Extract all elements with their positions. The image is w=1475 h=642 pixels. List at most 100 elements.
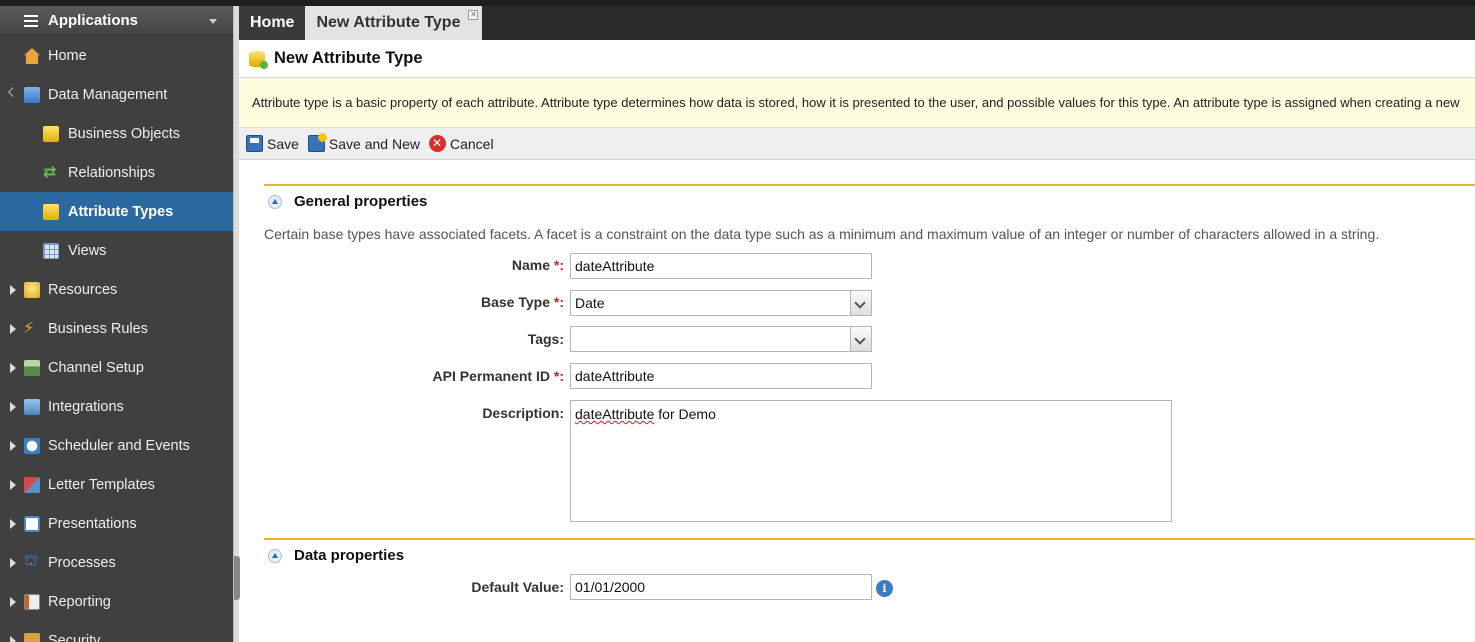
sidebar-item-label: Business Objects — [68, 125, 181, 142]
views-icon — [43, 243, 59, 259]
tags-label: Tags: — [527, 331, 564, 347]
expand-arrow-icon[interactable] — [10, 324, 16, 334]
presentation-icon — [24, 516, 40, 532]
name-field[interactable]: dateAttribute — [570, 253, 872, 279]
sidebar-item-label: Home — [48, 47, 87, 64]
report-icon — [24, 594, 40, 610]
collapse-section-icon[interactable] — [268, 548, 282, 563]
collapse-arrow-icon[interactable] — [7, 87, 18, 98]
chevron-down-icon[interactable] — [850, 291, 871, 315]
save-label: Save — [267, 135, 299, 152]
default-value: 01/01/2000 — [575, 579, 646, 595]
sidebar-item-business-rules[interactable]: Business Rules — [0, 309, 233, 348]
sidebar: Applications Home Data Management Busine… — [0, 6, 233, 642]
sidebar-item-label: Security — [48, 632, 101, 642]
save-icon — [246, 135, 263, 152]
sidebar-item-channel-setup[interactable]: Channel Setup — [0, 348, 233, 387]
process-icon — [24, 552, 40, 571]
description-rest: for Demo — [654, 406, 716, 422]
tab-label: Home — [250, 14, 295, 31]
cancel-icon — [428, 135, 446, 152]
required-marker: *: — [553, 368, 564, 384]
info-banner: Attribute type is a basic property of ea… — [239, 78, 1475, 128]
sidebar-item-label: Resources — [48, 281, 118, 298]
sidebar-item-scheduler-and-events[interactable]: Scheduler and Events — [0, 426, 233, 465]
name-label: Name *: — [512, 257, 564, 273]
default-value-field[interactable]: 01/01/2000 — [570, 574, 872, 600]
banner-text: Attribute type is a basic property of ea… — [252, 95, 1460, 110]
sidebar-item-reporting[interactable]: Reporting — [0, 582, 233, 621]
security-icon — [24, 633, 40, 642]
default-value-label: Default Value: — [471, 579, 564, 595]
sidebar-item-letter-templates[interactable]: Letter Templates — [0, 465, 233, 504]
page-header: New Attribute Type — [239, 40, 1475, 78]
sidebar-item-data-management[interactable]: Data Management — [0, 75, 233, 114]
required-marker: *: — [553, 294, 564, 310]
description-label: Description: — [482, 405, 564, 421]
sidebar-item-security[interactable]: Security — [0, 621, 233, 642]
applications-header[interactable]: Applications — [0, 6, 233, 36]
sidebar-item-views[interactable]: Views — [0, 231, 233, 270]
page-title: New Attribute Type — [274, 49, 423, 67]
sidebar-item-label: Letter Templates — [48, 476, 155, 493]
sidebar-item-home[interactable]: Home — [0, 36, 233, 75]
section-divider — [264, 538, 1475, 540]
letter-icon — [24, 477, 40, 493]
collapse-handle[interactable] — [234, 556, 240, 600]
sidebar-item-label: Data Management — [48, 86, 168, 103]
description-value: dateAttribute for Demo — [575, 406, 716, 422]
misspelled-word: dateAttribute — [575, 406, 655, 422]
section-title: Data properties — [294, 547, 405, 564]
chevron-down-icon[interactable] — [209, 19, 217, 24]
expand-arrow-icon[interactable] — [10, 519, 16, 529]
cancel-button[interactable]: Cancel — [428, 135, 494, 152]
expand-arrow-icon[interactable] — [10, 480, 16, 490]
api-permanent-id-label: API Permanent ID *: — [433, 368, 565, 384]
sidebar-item-business-objects[interactable]: Business Objects — [0, 114, 233, 153]
sidebar-item-label: Processes — [48, 554, 116, 571]
sidebar-item-processes[interactable]: Processes — [0, 543, 233, 582]
expand-arrow-icon[interactable] — [10, 441, 16, 451]
sidebar-item-label: Integrations — [48, 398, 124, 415]
base-type-select[interactable]: Date — [570, 290, 872, 316]
lightning-icon — [23, 318, 40, 338]
tab-new-attribute-type[interactable]: New Attribute Type ✕ — [305, 6, 483, 40]
save-button[interactable]: Save — [246, 135, 299, 152]
sidebar-item-label: Reporting — [48, 593, 111, 610]
sidebar-item-relationships[interactable]: Relationships — [0, 153, 233, 192]
toolbar: Save Save and New Cancel — [239, 128, 1475, 160]
info-icon[interactable]: i — [876, 580, 893, 597]
sidebar-item-integrations[interactable]: Integrations — [0, 387, 233, 426]
sidebar-item-attribute-types[interactable]: Attribute Types — [0, 192, 233, 231]
expand-arrow-icon[interactable] — [10, 597, 16, 607]
collapse-section-icon[interactable] — [268, 194, 282, 209]
sidebar-item-label: Relationships — [68, 164, 156, 181]
expand-arrow-icon[interactable] — [10, 402, 16, 412]
integrations-icon — [24, 399, 40, 415]
tags-select[interactable] — [570, 326, 872, 352]
facet-note: Certain base types have associated facet… — [264, 226, 1380, 242]
api-permanent-id-field[interactable]: dateAttribute — [570, 363, 872, 389]
close-icon[interactable]: ✕ — [468, 10, 479, 20]
channel-icon — [24, 360, 40, 376]
general-properties-header[interactable]: General properties — [268, 193, 427, 210]
section-title: General properties — [294, 193, 428, 210]
save-and-new-button[interactable]: Save and New — [307, 133, 420, 152]
expand-arrow-icon[interactable] — [10, 363, 16, 373]
data-properties-header[interactable]: Data properties — [268, 547, 404, 564]
sidebar-item-presentations[interactable]: Presentations — [0, 504, 233, 543]
expand-arrow-icon[interactable] — [10, 636, 16, 642]
tab-bar: Home New Attribute Type ✕ — [239, 6, 1475, 40]
expand-arrow-icon[interactable] — [10, 285, 16, 295]
sidebar-item-label: Views — [68, 242, 107, 259]
save-new-icon — [307, 133, 327, 152]
tab-home[interactable]: Home — [239, 6, 306, 40]
home-icon — [24, 48, 40, 64]
chevron-down-icon[interactable] — [850, 327, 871, 351]
sidebar-item-resources[interactable]: Resources — [0, 270, 233, 309]
name-label-text: Name — [511, 257, 550, 273]
description-textarea[interactable]: dateAttribute for Demo — [570, 400, 1172, 522]
expand-arrow-icon[interactable] — [10, 558, 16, 568]
sidebar-item-label: Channel Setup — [48, 359, 144, 376]
relationships-icon — [43, 162, 59, 182]
